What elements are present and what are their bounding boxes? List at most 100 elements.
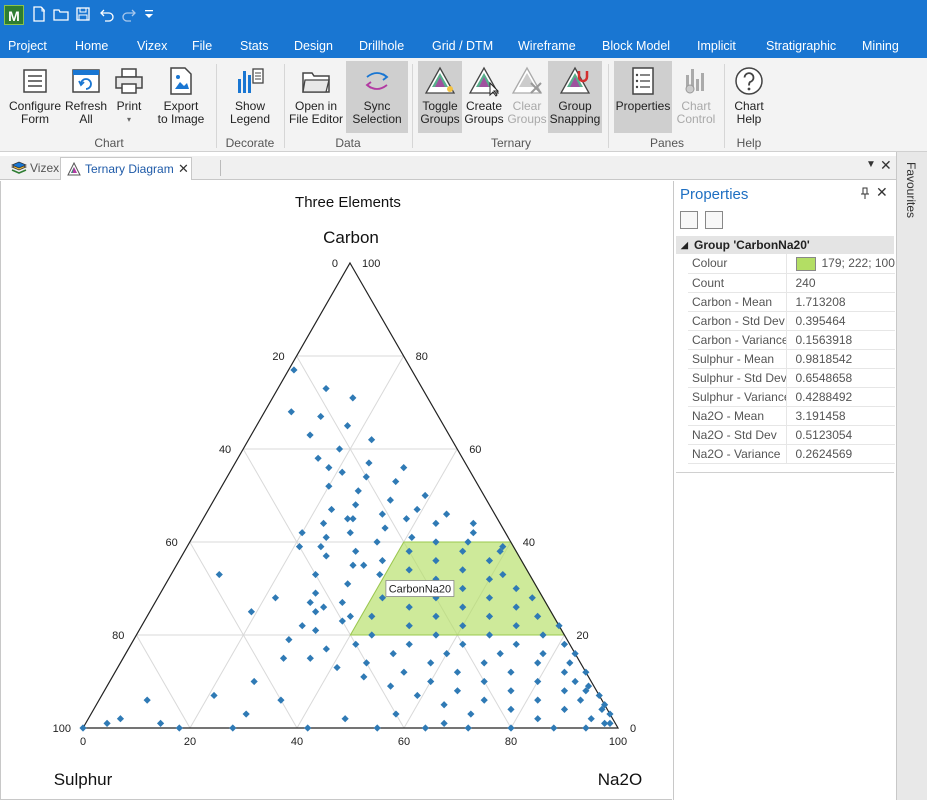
app-logo[interactable]: M	[4, 5, 24, 25]
data-point[interactable]	[322, 645, 330, 653]
data-point[interactable]	[312, 626, 320, 634]
data-point[interactable]	[346, 529, 354, 537]
data-point[interactable]	[338, 468, 346, 476]
data-point[interactable]	[421, 724, 429, 732]
data-point[interactable]	[349, 561, 357, 569]
data-point[interactable]	[295, 543, 304, 551]
data-point[interactable]	[442, 510, 451, 518]
open-in-file-editor-button[interactable]: Open in File Editor	[288, 61, 344, 133]
ternary-chart[interactable]: 0100 02080 204060 406040 608020 801000 100 Thr…	[1, 181, 673, 800]
data-point[interactable]	[344, 580, 352, 588]
data-point[interactable]	[156, 719, 165, 727]
menu-file[interactable]: File	[192, 34, 212, 58]
data-point[interactable]	[314, 454, 322, 462]
group-snapping-button[interactable]: Group Snapping	[548, 61, 602, 133]
data-point[interactable]	[443, 650, 451, 658]
data-point[interactable]	[392, 477, 400, 486]
data-point[interactable]	[427, 659, 435, 667]
menu-home[interactable]: Home	[75, 34, 108, 58]
data-point[interactable]	[298, 529, 306, 537]
data-point[interactable]	[480, 677, 488, 686]
data-point[interactable]	[421, 491, 429, 500]
data-point[interactable]	[539, 650, 547, 658]
data-point[interactable]	[560, 687, 569, 695]
data-point[interactable]	[427, 677, 435, 686]
data-point[interactable]	[322, 552, 330, 560]
property-row[interactable]: Sulphur - Std Dev 0.6548658	[688, 368, 895, 388]
tab-vizex[interactable]: Vizex	[6, 157, 60, 180]
data-point[interactable]	[440, 701, 448, 709]
data-point[interactable]	[317, 412, 325, 421]
data-point[interactable]	[376, 570, 384, 579]
data-point[interactable]	[175, 724, 183, 732]
data-point[interactable]	[386, 496, 394, 504]
data-point[interactable]	[507, 668, 515, 676]
data-point[interactable]	[408, 533, 416, 541]
new-icon[interactable]	[30, 6, 48, 24]
data-point[interactable]	[103, 719, 111, 727]
data-point[interactable]	[550, 724, 558, 732]
data-point[interactable]	[507, 687, 515, 695]
data-point[interactable]	[469, 529, 477, 537]
data-point[interactable]	[560, 705, 569, 713]
data-point[interactable]	[327, 505, 336, 514]
data-point[interactable]	[322, 384, 330, 393]
data-point[interactable]	[402, 515, 411, 523]
data-point[interactable]	[587, 715, 595, 723]
data-point[interactable]	[512, 640, 520, 648]
show-legend-button[interactable]: Show Legend	[220, 61, 280, 133]
data-point[interactable]	[311, 570, 320, 579]
clear-groups-button[interactable]: Clear Groups	[506, 61, 548, 133]
data-point[interactable]	[317, 543, 325, 551]
data-point[interactable]	[606, 719, 614, 727]
property-row[interactable]: Carbon - Std Dev 0.395464	[688, 311, 895, 331]
data-point[interactable]	[534, 696, 542, 704]
data-point[interactable]	[560, 640, 569, 648]
chart-help-button[interactable]: Chart Help	[728, 61, 770, 133]
data-point[interactable]	[480, 696, 488, 704]
data-point[interactable]	[287, 408, 295, 416]
property-row[interactable]: Na2O - Mean 3.191458	[688, 406, 895, 426]
data-point[interactable]	[271, 594, 280, 602]
favourites-label[interactable]: Favourites	[904, 162, 918, 218]
property-row[interactable]: Colour 179; 222; 100	[688, 254, 895, 274]
data-point[interactable]	[381, 524, 389, 532]
data-point[interactable]	[582, 668, 590, 676]
data-point[interactable]	[453, 668, 462, 676]
close-all-icon[interactable]: ✕	[880, 157, 892, 174]
undo-icon[interactable]	[98, 6, 116, 24]
data-point[interactable]	[320, 603, 328, 611]
data-point[interactable]	[143, 696, 151, 704]
data-point[interactable]	[360, 561, 368, 569]
menu-stats[interactable]: Stats	[240, 34, 269, 58]
data-point[interactable]	[343, 422, 352, 430]
property-row[interactable]: Count 240	[688, 273, 895, 293]
data-point[interactable]	[571, 650, 579, 658]
property-row[interactable]: Sulphur - Variance 0.4288492	[688, 387, 895, 407]
data-point[interactable]	[354, 487, 362, 495]
configure-form-button[interactable]: Configure Form	[4, 61, 66, 133]
data-point[interactable]	[365, 459, 373, 467]
data-point[interactable]	[432, 519, 440, 527]
property-group-header[interactable]: ◢ Group 'CarbonNa20'	[676, 236, 894, 254]
data-point[interactable]	[325, 482, 333, 490]
data-point[interactable]	[341, 715, 349, 723]
data-point[interactable]	[210, 691, 218, 700]
data-point[interactable]	[229, 724, 237, 732]
data-point[interactable]	[606, 710, 614, 718]
redo-icon[interactable]	[120, 6, 138, 24]
data-point[interactable]	[469, 519, 477, 527]
data-point[interactable]	[242, 710, 250, 718]
data-point[interactable]	[338, 617, 346, 625]
data-point[interactable]	[352, 547, 360, 555]
data-point[interactable]	[298, 622, 306, 630]
menu-project[interactable]: Project	[8, 34, 47, 58]
menu-block-model[interactable]: Block Model	[602, 34, 670, 58]
data-point[interactable]	[250, 677, 258, 686]
data-point[interactable]	[453, 687, 462, 695]
data-point[interactable]	[285, 636, 293, 644]
collapse-triangle-icon[interactable]: ◢	[681, 236, 688, 254]
refresh-all-button[interactable]: Refresh All	[64, 61, 108, 133]
data-point[interactable]	[392, 710, 400, 718]
data-point[interactable]	[496, 650, 504, 658]
